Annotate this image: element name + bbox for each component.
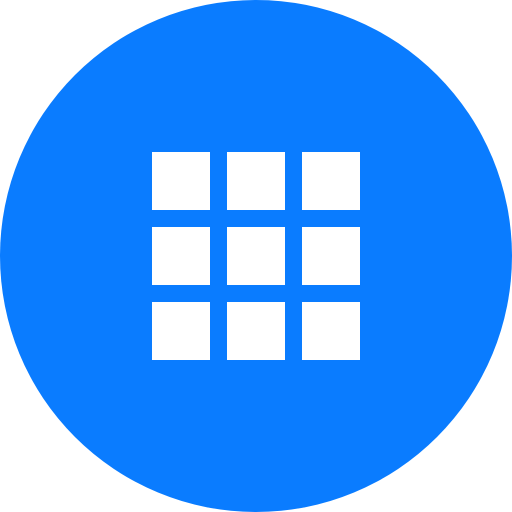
grid-square xyxy=(152,227,210,285)
grid-square xyxy=(227,152,285,210)
grid-icon xyxy=(152,152,360,360)
grid-square xyxy=(302,227,360,285)
grid-square xyxy=(302,152,360,210)
grid-square xyxy=(227,227,285,285)
grid-square xyxy=(227,302,285,360)
app-launcher-button[interactable] xyxy=(0,0,512,512)
grid-square xyxy=(152,152,210,210)
grid-square xyxy=(152,302,210,360)
grid-square xyxy=(302,302,360,360)
